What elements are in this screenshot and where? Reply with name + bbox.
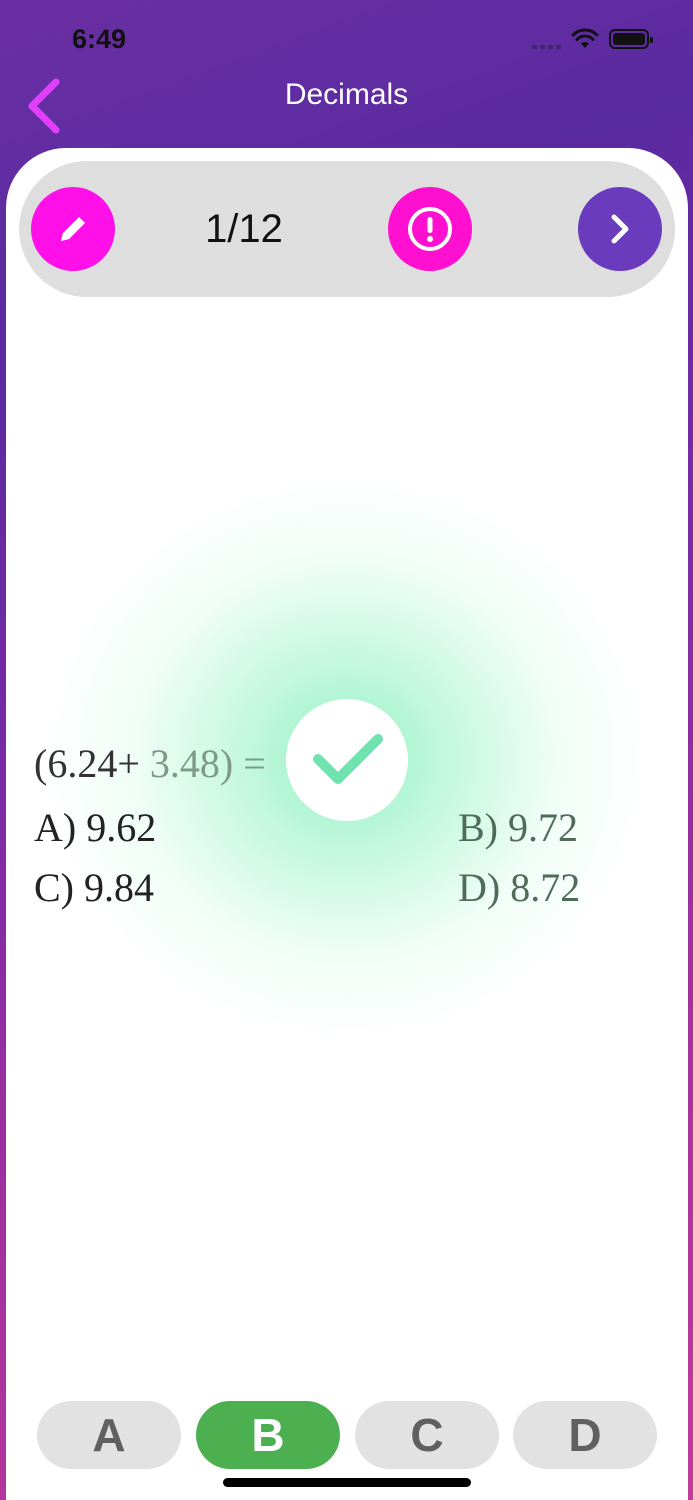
option-b-text: B) 9.72 bbox=[458, 805, 578, 850]
question-text: (6.24+ 3.48) = bbox=[34, 740, 266, 787]
question-toolbar: 1/12 bbox=[19, 161, 675, 297]
home-indicator bbox=[223, 1478, 471, 1487]
page-title: Decimals bbox=[284, 78, 409, 111]
correct-badge bbox=[286, 699, 408, 821]
question-rest: 3.48) = bbox=[139, 741, 266, 786]
answer-buttons: A B C D bbox=[37, 1401, 657, 1469]
wifi-icon bbox=[571, 28, 599, 48]
option-c-text: C) 9.84 bbox=[34, 865, 154, 910]
next-button[interactable] bbox=[578, 187, 662, 271]
report-button[interactable] bbox=[388, 187, 472, 271]
alert-circle-icon bbox=[408, 207, 452, 251]
question-prefix: (6.24+ bbox=[34, 741, 140, 786]
answer-b-button[interactable]: B bbox=[196, 1401, 340, 1469]
question-card: 1/12 (6.24+ 3.48) = A) 9.62 B) 9.72 C) 9… bbox=[6, 148, 688, 1500]
status-time: 6:49 bbox=[72, 24, 127, 54]
edit-button[interactable] bbox=[31, 187, 115, 271]
battery-icon bbox=[609, 29, 653, 49]
cellular-signal-icon bbox=[532, 29, 561, 49]
answer-d-button[interactable]: D bbox=[513, 1401, 657, 1469]
answer-c-button[interactable]: C bbox=[355, 1401, 499, 1469]
status-bar: 6:49 bbox=[0, 0, 693, 80]
checkmark-icon bbox=[313, 734, 383, 784]
chevron-right-icon bbox=[611, 214, 629, 244]
option-d-text: D) 8.72 bbox=[458, 865, 581, 910]
pencil-icon bbox=[61, 217, 85, 241]
option-a-text: A) 9.62 bbox=[34, 805, 157, 850]
answer-a-button[interactable]: A bbox=[37, 1401, 181, 1469]
question-progress: 1/12 bbox=[205, 207, 283, 251]
status-icons bbox=[532, 28, 653, 50]
